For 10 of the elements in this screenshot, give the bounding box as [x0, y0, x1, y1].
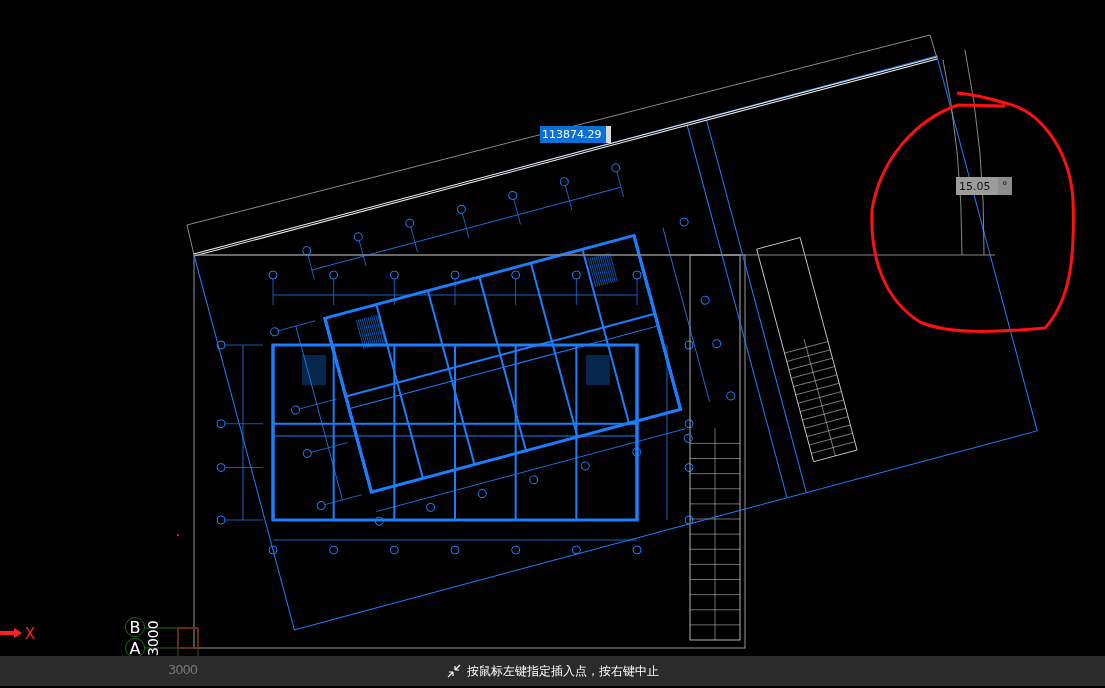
ucs-arrow-icon: [0, 628, 22, 638]
angle-input[interactable]: 15.05: [956, 177, 998, 195]
point-mark: [177, 534, 179, 536]
axis-spacing-label: 3000: [168, 662, 198, 677]
x-axis-label: X: [25, 625, 36, 643]
grid-spacing-label: 3000: [146, 620, 160, 656]
length-input[interactable]: 113874.29: [540, 126, 611, 143]
angle-unit: °: [998, 177, 1012, 195]
insert-point-icon: [446, 664, 461, 678]
command-prompt: 按鼠标左键指定插入点，按右键中止: [466, 662, 659, 680]
